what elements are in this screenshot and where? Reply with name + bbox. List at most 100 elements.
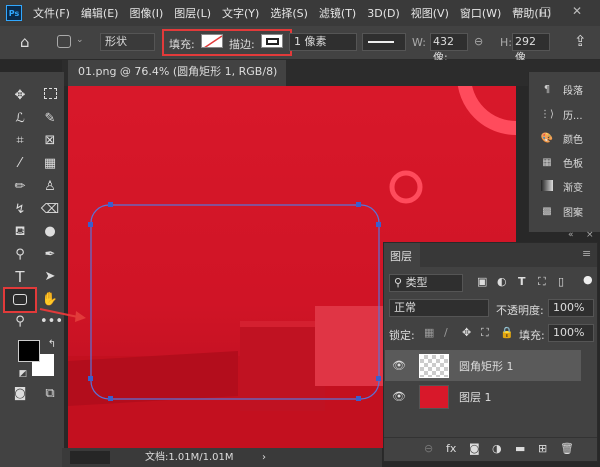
stroke-swatch[interactable] [261,34,283,48]
layer-row-rounded-rect[interactable]: 👁 圆角矩形 1 [385,350,581,381]
filter-pixel-icon[interactable]: ▣ [477,275,487,288]
menu-layer[interactable]: 图层(L) [174,5,211,21]
blend-mode-select[interactable]: 正常 [389,299,489,317]
lock-all-icon[interactable]: 🔒 [500,326,514,339]
new-group-icon[interactable]: ▬ [515,442,525,455]
stroke-type-select[interactable] [362,33,406,51]
marquee-tool-icon[interactable] [40,86,60,106]
default-colors-icon[interactable]: ◩ [13,364,33,384]
menu-window[interactable]: 窗口(W) [460,5,501,21]
filter-shape-icon[interactable]: ⛶ [538,275,546,289]
quick-mask-icon[interactable]: ◙ [10,384,30,404]
crop-tool-icon[interactable]: ⌗ [10,131,30,151]
mode-select[interactable]: 形状 [100,33,155,51]
opacity-input[interactable]: 100% [548,299,594,317]
panel-color[interactable]: 🎨 颜色 [539,131,583,146]
lock-position-icon[interactable]: ✥ [462,326,471,339]
rounded-rect-preset-icon[interactable] [57,35,71,48]
options-bar: ⌂ ⌄ 形状 填充: 描边: 1 像素 W: 432 像: ⊖ H: 292 像… [0,26,600,64]
rounded-rectangle-tool[interactable] [3,287,37,313]
layers-tab[interactable]: 图层 [384,243,420,267]
history-brush-tool-icon[interactable]: ↯ [10,200,30,220]
menu-edit[interactable]: 编辑(E) [81,5,119,21]
adjustment-layer-icon[interactable]: ◑ [492,442,502,455]
filter-type-icon[interactable]: T [518,275,526,288]
layers-header: 图层 ≡ [384,243,597,267]
panel-patterns[interactable]: ▩ 图案 [539,204,583,219]
line-style-icon [368,41,394,43]
link-layers-icon[interactable]: ⊖ [424,442,433,455]
zoom-field[interactable] [70,451,110,464]
move-tool-icon[interactable]: ✥ [10,86,30,106]
eraser-tool-icon[interactable]: ⌫ [40,200,60,220]
healing-brush-tool-icon[interactable]: ▦ [40,154,60,174]
gradient-icon [539,179,555,194]
menu-select[interactable]: 选择(S) [270,5,308,21]
menu-filter[interactable]: 滤镜(T) [319,5,356,21]
eyedropper-tool-icon[interactable]: ⁄ [10,154,30,174]
link-icon[interactable]: ⊖ [474,35,483,48]
height-input[interactable]: 292 像 [512,33,550,64]
type-tool-icon[interactable]: T [10,267,30,287]
photoshop-logo: Ps [6,5,22,21]
history-icon: ⋮⟩ [540,109,554,120]
layer-filter-select[interactable]: ⚲ 类型 [389,274,463,292]
fill-swatch[interactable] [201,34,223,48]
chevron-down-icon[interactable]: ⌄ [76,35,84,45]
opacity-label: 不透明度: [496,304,544,317]
filter-adjustment-icon[interactable]: ◐ [497,275,507,288]
pen-tool-icon[interactable]: ✒ [40,245,60,265]
menu-3d[interactable]: 3D(D) [367,7,400,20]
brush-tool-icon[interactable]: ✏ [10,177,30,197]
layer-row-layer1[interactable]: 👁 图层 1 [385,381,581,412]
panel-gradient[interactable]: 渐变 [539,179,583,194]
fill-label: 填充: [519,329,545,342]
visibility-eye-icon[interactable]: 👁 [391,359,407,372]
new-layer-icon[interactable]: ⊞ [538,442,547,455]
maximize-button[interactable]: □ [540,4,551,18]
minimize-button[interactable]: — [512,4,524,18]
home-icon[interactable]: ⌂ [20,33,30,51]
menu-file[interactable]: 文件(F) [33,5,70,21]
filter-smart-object-icon[interactable]: ▯ [558,275,564,288]
add-mask-icon[interactable]: ◙ [469,442,480,455]
screen-mode-icon[interactable]: ⧉ [40,384,60,404]
document-tab[interactable]: 01.png @ 76.4% (圆角矩形 1, RGB/8) * × [68,60,286,102]
panel-swatches[interactable]: ▦ 色板 [539,155,583,170]
share-icon[interactable]: ⇪ [574,32,587,50]
quick-select-tool-icon[interactable]: ✎ [40,109,60,129]
lock-artboard-icon[interactable]: ⛶ [481,326,489,340]
lock-image-icon[interactable]: / [444,326,448,339]
stamp-tool-icon[interactable]: ♙ [40,177,60,197]
fx-icon[interactable]: fx [446,442,456,455]
rounded-rectangle-icon [13,294,27,305]
path-select-tool-icon[interactable]: ➤ [40,267,60,287]
status-menu-arrow[interactable]: › [262,448,266,467]
stroke-width-input[interactable]: 1 像素 [289,33,357,51]
lock-transparent-icon[interactable]: ▦ [424,326,434,339]
blur-tool-icon[interactable]: ● [40,222,60,242]
filter-toggle-icon[interactable]: ● [583,273,593,286]
foreground-color-swatch[interactable] [18,340,40,362]
collapse-panels-icon[interactable]: « [568,230,574,240]
close-panels-icon[interactable]: × [586,230,594,240]
swap-colors-icon[interactable]: ↰ [42,335,62,355]
lasso-tool-icon[interactable]: ℒ [10,109,30,129]
close-button[interactable]: ✕ [572,4,582,18]
frame-tool-icon[interactable]: ⊠ [40,131,60,151]
collapsed-panels: ¶ 段落 ⋮⟩ 历... 🎨 颜色 ▦ 色板 渐变 ▩ 图案 [528,72,600,232]
panel-paragraph[interactable]: ¶ 段落 [539,82,583,97]
menu-view[interactable]: 视图(V) [411,5,449,21]
menu-image[interactable]: 图像(I) [129,5,163,21]
paint-bucket-tool-icon[interactable]: ⛾ [10,222,30,242]
visibility-eye-icon[interactable]: 👁 [391,390,407,403]
dodge-tool-icon[interactable]: ⚲ [10,245,30,265]
panel-menu-icon[interactable]: ≡ [582,247,591,260]
width-input[interactable]: 432 像: [430,33,468,64]
back-podium [315,306,385,386]
zoom-tool-icon[interactable]: ⚲ [10,312,30,332]
delete-layer-icon[interactable]: 🗑 [560,442,574,455]
panel-history[interactable]: ⋮⟩ 历... [539,107,583,122]
menu-type[interactable]: 文字(Y) [222,5,259,21]
fill-input[interactable]: 100% [548,324,594,342]
